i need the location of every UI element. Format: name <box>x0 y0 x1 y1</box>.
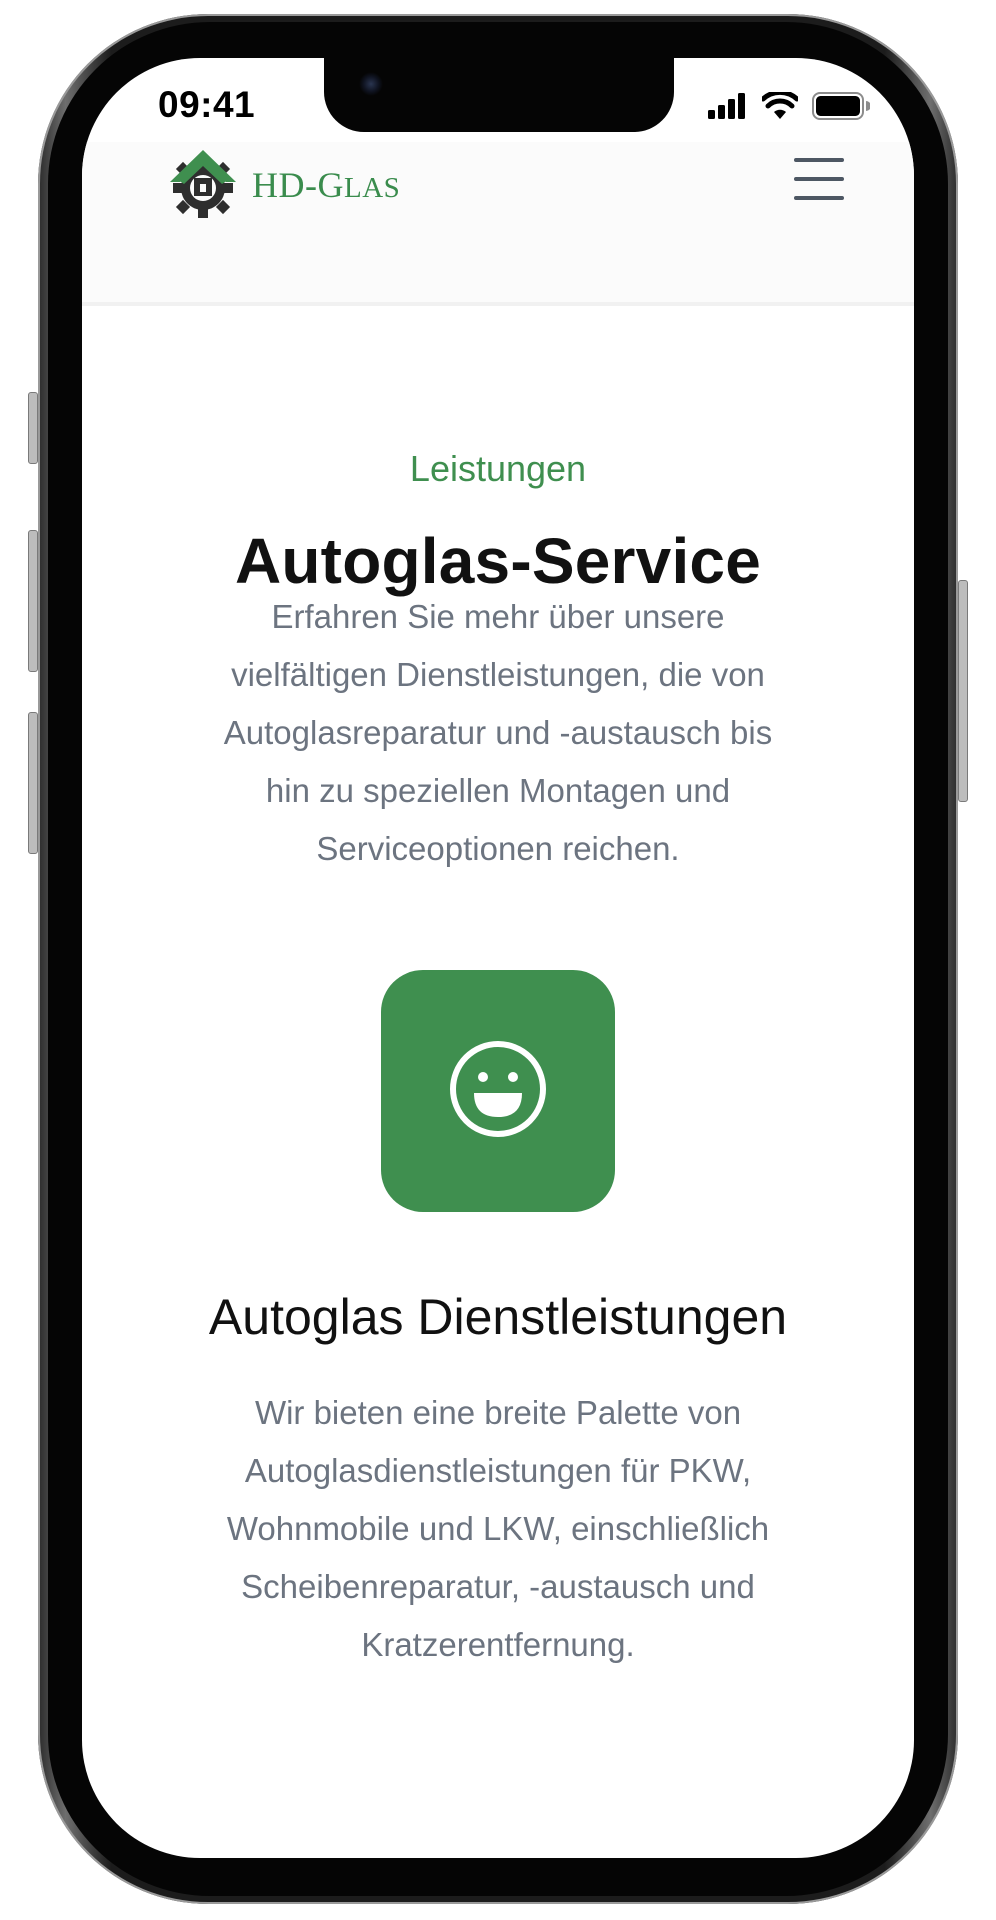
feature-title: Autoglas Dienstleistungen <box>208 1289 788 1345</box>
front-camera <box>359 72 383 96</box>
gear-house-icon <box>164 144 242 226</box>
volume-down-button <box>28 712 38 854</box>
device-notch <box>324 58 674 132</box>
hamburger-menu-icon[interactable] <box>794 158 844 200</box>
logo-text-small-caps: LAS <box>343 172 401 204</box>
page: HD-GLAS 09:41 Leistungen Autoglas-Servic… <box>0 0 996 1920</box>
status-icons <box>708 89 871 124</box>
page-title: Autoglas-Service <box>234 525 762 597</box>
volume-up-button <box>28 530 38 672</box>
section-intro: Erfahren Sie mehr über unsere vielfältig… <box>223 598 773 867</box>
feature-icon-tile <box>381 970 615 1212</box>
wifi-icon <box>760 89 800 124</box>
feature-description: Wir bieten eine breite Palette von Autog… <box>226 1394 770 1663</box>
logo-text-caps: HD-G <box>252 165 344 205</box>
status-time: 09:41 <box>158 84 256 125</box>
site-logo[interactable]: HD-GLAS <box>164 144 400 226</box>
silent-switch <box>28 392 38 464</box>
smiley-face-icon <box>446 1037 550 1145</box>
cellular-signal-icon <box>708 93 748 123</box>
logo-text: HD-GLAS <box>252 164 400 206</box>
section-eyebrow: Leistungen <box>409 448 587 489</box>
battery-icon <box>812 92 871 124</box>
power-button <box>958 580 968 802</box>
screen: HD-GLAS 09:41 Leistungen Autoglas-Servic… <box>82 58 914 1858</box>
